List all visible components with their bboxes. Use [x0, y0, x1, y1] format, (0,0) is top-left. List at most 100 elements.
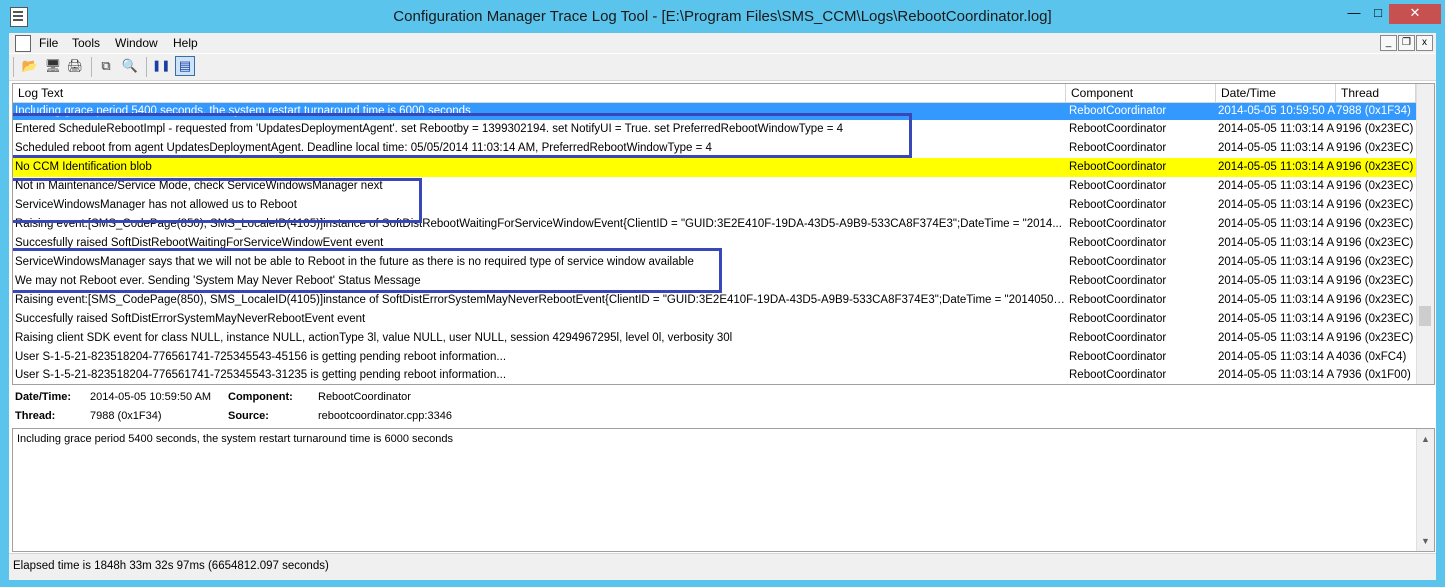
log-text-cell: ServiceWindowsManager says that we will … — [15, 256, 694, 268]
table-row[interactable]: We may not Reboot ever. Sending 'System … — [13, 272, 1416, 291]
main-window: File Tools Window Help _ ❐ x 📂 🖥 🖨 ⧉ 🔍 ❚… — [9, 33, 1436, 580]
log-grid[interactable]: Log Text Component Date/Time Thread Incl… — [12, 83, 1435, 385]
table-row[interactable]: Succesfully raised SoftDistErrorSystemMa… — [13, 310, 1416, 329]
datetime-value: 2014-05-05 10:59:50 AM — [90, 391, 212, 403]
grid-rows: Including grace period 5400 seconds, the… — [13, 103, 1416, 384]
log-text-cell: We may not Reboot ever. Sending 'System … — [15, 275, 421, 287]
message-scrollbar[interactable]: ▲ ▼ — [1416, 429, 1434, 551]
scroll-down-icon[interactable]: ▼ — [1417, 533, 1434, 549]
print-setup-icon[interactable]: 🖥 — [44, 57, 62, 75]
highlight-icon[interactable]: ▤ — [175, 56, 195, 76]
component-cell: RebootCoordinator — [1069, 123, 1167, 135]
thread-cell: 9196 (0x23EC) — [1336, 294, 1414, 306]
mdi-restore-button[interactable]: ❐ — [1398, 35, 1415, 51]
component-cell: RebootCoordinator — [1069, 199, 1167, 211]
pause-icon[interactable]: ❚❚ — [152, 57, 170, 75]
table-row[interactable]: Including grace period 5400 seconds, the… — [13, 103, 1416, 120]
thread-cell: 9196 (0x23EC) — [1336, 123, 1414, 135]
table-row[interactable]: Not in Maintenance/Service Mode, check S… — [13, 177, 1416, 196]
window-title: Configuration Manager Trace Log Tool - [… — [393, 8, 1052, 25]
document-icon[interactable] — [15, 35, 31, 52]
find-icon[interactable]: 🔍 — [121, 57, 139, 75]
table-row[interactable]: Raising client SDK event for class NULL,… — [13, 329, 1416, 348]
close-button[interactable]: ✕ — [1389, 4, 1441, 24]
print-icon[interactable]: 🖨 — [66, 57, 84, 75]
thread-cell: 9196 (0x23EC) — [1336, 256, 1414, 268]
table-row[interactable]: ServiceWindowsManager has not allowed us… — [13, 196, 1416, 215]
datetime-cell: 2014-05-05 11:03:14 A — [1218, 142, 1335, 154]
log-text-cell: Scheduled reboot from agent UpdatesDeplo… — [15, 142, 712, 154]
thread-cell: 9196 (0x23EC) — [1336, 199, 1414, 211]
thread-cell: 9196 (0x23EC) — [1336, 237, 1414, 249]
table-row[interactable]: User S-1-5-21-823518204-776561741-725345… — [13, 348, 1416, 367]
toolbar: 📂 🖥 🖨 ⧉ 🔍 ❚❚ ▤ — [9, 54, 1436, 81]
datetime-cell: 2014-05-05 11:03:14 A — [1218, 332, 1335, 344]
mdi-minimize-button[interactable]: _ — [1380, 35, 1397, 51]
scrollbar-thumb[interactable] — [1419, 306, 1431, 326]
component-cell: RebootCoordinator — [1069, 161, 1167, 173]
menu-file[interactable]: File — [39, 36, 58, 50]
thread-cell: 7988 (0x1F34) — [1336, 105, 1411, 117]
scroll-up-icon[interactable]: ▲ — [1417, 431, 1434, 447]
datetime-cell: 2014-05-05 11:03:14 A — [1218, 313, 1335, 325]
thread-cell: 9196 (0x23EC) — [1336, 218, 1414, 230]
mdi-close-button[interactable]: x — [1416, 35, 1433, 51]
table-row[interactable]: User S-1-5-21-823518204-776561741-725345… — [13, 367, 1416, 384]
menu-help[interactable]: Help — [173, 36, 198, 50]
message-box[interactable]: Including grace period 5400 seconds, the… — [12, 428, 1435, 552]
thread-cell: 4036 (0xFC4) — [1336, 351, 1407, 363]
datetime-cell: 2014-05-05 11:03:14 A — [1218, 180, 1335, 192]
thread-cell: 9196 (0x23EC) — [1336, 332, 1414, 344]
message-text: Including grace period 5400 seconds, the… — [17, 433, 453, 445]
thread-cell: 7936 (0x1F00) — [1336, 369, 1411, 381]
table-row[interactable]: Raising event:[SMS_CodePage(850), SMS_Lo… — [13, 215, 1416, 234]
datetime-cell: 2014-05-05 11:03:14 A — [1218, 369, 1335, 381]
log-text-cell: Raising event:[SMS_CodePage(850), SMS_Lo… — [15, 294, 1065, 306]
datetime-label: Date/Time: — [15, 391, 72, 403]
component-cell: RebootCoordinator — [1069, 237, 1167, 249]
log-text-cell: ServiceWindowsManager has not allowed us… — [15, 199, 297, 211]
thread-cell: 9196 (0x23EC) — [1336, 161, 1414, 173]
datetime-cell: 2014-05-05 11:03:14 A — [1218, 275, 1335, 287]
component-cell: RebootCoordinator — [1069, 294, 1167, 306]
component-cell: RebootCoordinator — [1069, 180, 1167, 192]
component-cell: RebootCoordinator — [1069, 218, 1167, 230]
datetime-cell: 2014-05-05 11:03:14 A — [1218, 199, 1335, 211]
component-cell: RebootCoordinator — [1069, 369, 1167, 381]
column-header-component[interactable]: Component — [1066, 84, 1216, 102]
component-cell: RebootCoordinator — [1069, 351, 1167, 363]
column-header-datetime[interactable]: Date/Time — [1216, 84, 1336, 102]
datetime-cell: 2014-05-05 10:59:50 A — [1218, 105, 1336, 117]
table-row[interactable]: Scheduled reboot from agent UpdatesDeplo… — [13, 139, 1416, 158]
component-cell: RebootCoordinator — [1069, 142, 1167, 154]
grid-scrollbar[interactable] — [1416, 84, 1434, 384]
table-row[interactable]: Entered ScheduleRebootImpl - requested f… — [13, 120, 1416, 139]
datetime-cell: 2014-05-05 11:03:14 A — [1218, 161, 1335, 173]
thread-cell: 9196 (0x23EC) — [1336, 275, 1414, 287]
toolbar-separator — [91, 57, 92, 77]
datetime-cell: 2014-05-05 11:03:14 A — [1218, 256, 1335, 268]
table-row[interactable]: Raising event:[SMS_CodePage(850), SMS_Lo… — [13, 291, 1416, 310]
copy-icon[interactable]: ⧉ — [97, 57, 115, 75]
table-row[interactable]: Succesfully raised SoftDistRebootWaiting… — [13, 234, 1416, 253]
column-header-thread[interactable]: Thread — [1336, 84, 1416, 102]
menu-tools[interactable]: Tools — [72, 36, 100, 50]
column-header-log-text[interactable]: Log Text — [13, 84, 1066, 102]
component-label: Component: — [228, 391, 293, 403]
log-text-cell: Including grace period 5400 seconds, the… — [15, 105, 471, 117]
thread-value: 7988 (0x1F34) — [90, 410, 162, 422]
component-cell: RebootCoordinator — [1069, 256, 1167, 268]
status-text: Elapsed time is 1848h 33m 32s 97ms (6654… — [13, 560, 329, 572]
toolbar-grip — [13, 57, 14, 77]
component-value: RebootCoordinator — [318, 391, 411, 403]
datetime-cell: 2014-05-05 11:03:14 A — [1218, 351, 1335, 363]
open-icon[interactable]: 📂 — [21, 57, 39, 75]
table-row[interactable]: ServiceWindowsManager says that we will … — [13, 253, 1416, 272]
source-value: rebootcoordinator.cpp:3346 — [318, 410, 452, 422]
detail-panel: Date/Time: 2014-05-05 10:59:50 AM Compon… — [12, 385, 1433, 425]
table-row[interactable]: No CCM Identification blob RebootCoordina… — [13, 158, 1416, 177]
datetime-cell: 2014-05-05 11:03:14 A — [1218, 218, 1335, 230]
source-label: Source: — [228, 410, 269, 422]
component-cell: RebootCoordinator — [1069, 313, 1167, 325]
menu-window[interactable]: Window — [115, 36, 158, 50]
